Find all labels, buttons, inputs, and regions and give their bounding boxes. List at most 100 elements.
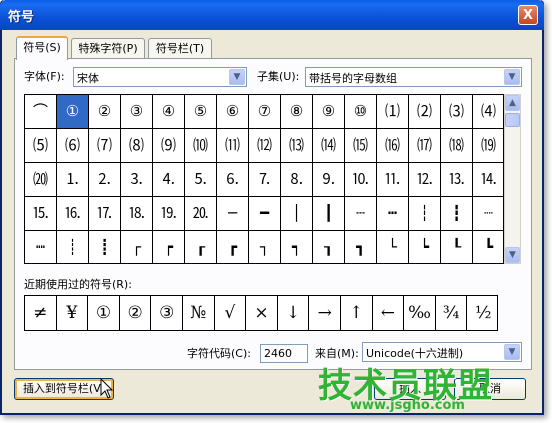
- title-bar[interactable]: 符号 X: [0, 0, 544, 30]
- symbol-cell[interactable]: └: [377, 231, 409, 263]
- symbol-cell[interactable]: ┓: [345, 231, 377, 263]
- symbol-cell[interactable]: │: [281, 197, 313, 231]
- symbol-cell[interactable]: ⒑: [345, 163, 377, 197]
- symbol-cell[interactable]: ①: [57, 95, 89, 129]
- symbol-cell[interactable]: ┆: [409, 197, 441, 231]
- symbol-cell[interactable]: ⑩: [345, 95, 377, 129]
- recent-symbol-cell[interactable]: ‰: [404, 296, 436, 330]
- symbol-cell[interactable]: ⑹: [57, 129, 89, 163]
- recent-symbol-cell[interactable]: ×: [246, 296, 278, 330]
- symbol-cell[interactable]: ⒊: [121, 163, 153, 197]
- symbol-cell[interactable]: ③: [121, 95, 153, 129]
- symbol-cell[interactable]: ─: [217, 197, 249, 231]
- symbol-cell[interactable]: ⒀: [281, 129, 313, 163]
- symbol-cell[interactable]: ┍: [153, 231, 185, 263]
- tab-special-characters[interactable]: 特殊字符(P): [71, 38, 145, 58]
- symbol-cell[interactable]: ⒔: [441, 163, 473, 197]
- symbol-cell[interactable]: ⒖: [25, 197, 57, 231]
- symbol-cell[interactable]: ⑨: [313, 95, 345, 129]
- symbol-cell[interactable]: ┗: [473, 231, 503, 263]
- font-select[interactable]: 宋体 ▼: [73, 67, 247, 87]
- symbol-cell[interactable]: ⒏: [281, 163, 313, 197]
- recent-symbol-cell[interactable]: →: [309, 296, 341, 330]
- symbol-cell[interactable]: ⒇: [25, 163, 57, 197]
- symbol-cell[interactable]: ⒋: [153, 163, 185, 197]
- symbol-cell[interactable]: ⒐: [313, 163, 345, 197]
- tab-symbols[interactable]: 符号(S): [16, 36, 68, 60]
- recent-symbol-cell[interactable]: ←: [373, 296, 405, 330]
- recent-symbol-cell[interactable]: ①: [88, 296, 120, 330]
- recent-symbol-cell[interactable]: ③: [151, 296, 183, 330]
- recent-symbol-cell[interactable]: №: [183, 296, 215, 330]
- recent-symbol-cell[interactable]: ≠: [25, 296, 57, 330]
- symbol-cell[interactable]: ⑾: [217, 129, 249, 163]
- symbol-cell[interactable]: ⑥: [217, 95, 249, 129]
- symbol-cell[interactable]: ┊: [57, 231, 89, 263]
- scroll-down-icon[interactable]: ▼: [505, 247, 520, 263]
- symbol-cell[interactable]: ┄: [345, 197, 377, 231]
- chevron-down-icon[interactable]: ▼: [504, 344, 520, 360]
- symbol-cell[interactable]: ⒓: [409, 163, 441, 197]
- recent-symbol-cell[interactable]: ¥: [57, 296, 89, 330]
- symbol-cell[interactable]: ⒎: [249, 163, 281, 197]
- symbol-cell[interactable]: ⑶: [441, 95, 473, 129]
- symbol-cell[interactable]: ⒘: [89, 197, 121, 231]
- symbol-cell[interactable]: ⑽: [185, 129, 217, 163]
- symbol-cell[interactable]: ⑧: [281, 95, 313, 129]
- symbol-cell[interactable]: ┑: [281, 231, 313, 263]
- symbol-cell[interactable]: ┈: [473, 197, 503, 231]
- symbol-cell[interactable]: ┏: [217, 231, 249, 263]
- symbol-cell[interactable]: ⒗: [57, 197, 89, 231]
- symbol-cell[interactable]: ⒈: [57, 163, 89, 197]
- symbol-cell[interactable]: ⒙: [121, 197, 153, 231]
- symbol-cell[interactable]: ⑦: [249, 95, 281, 129]
- symbol-cell[interactable]: ⑴: [377, 95, 409, 129]
- tab-symbol-bar[interactable]: 符号栏(T): [148, 38, 212, 58]
- symbol-cell[interactable]: ┐: [249, 231, 281, 263]
- symbol-cell[interactable]: ┌: [121, 231, 153, 263]
- symbol-cell[interactable]: ┉: [25, 231, 57, 263]
- symbol-cell[interactable]: ⒒: [377, 163, 409, 197]
- symbol-cell[interactable]: ┃: [313, 197, 345, 231]
- symbol-cell[interactable]: ⒅: [441, 129, 473, 163]
- close-button[interactable]: X: [518, 5, 538, 25]
- symbol-cell[interactable]: ⑻: [121, 129, 153, 163]
- symbol-cell[interactable]: ┇: [441, 197, 473, 231]
- recent-symbol-cell[interactable]: ¾: [436, 296, 468, 330]
- char-code-input[interactable]: 2460: [260, 344, 308, 363]
- symbol-cell[interactable]: ⑼: [153, 129, 185, 163]
- symbol-cell[interactable]: ⒛: [185, 197, 217, 231]
- symbol-cell[interactable]: ⒄: [409, 129, 441, 163]
- symbol-cell[interactable]: ┋: [89, 231, 121, 263]
- symbol-cell[interactable]: ┖: [441, 231, 473, 263]
- symbol-cell[interactable]: ⑵: [409, 95, 441, 129]
- symbol-cell[interactable]: ┕: [409, 231, 441, 263]
- symbol-cell[interactable]: ━: [249, 197, 281, 231]
- symbol-cell[interactable]: ②: [89, 95, 121, 129]
- symbol-cell[interactable]: ⒁: [313, 129, 345, 163]
- symbol-cell[interactable]: ⑿: [249, 129, 281, 163]
- symbol-cell[interactable]: ⒉: [89, 163, 121, 197]
- symbol-cell[interactable]: ⑸: [25, 129, 57, 163]
- chevron-down-icon[interactable]: ▼: [229, 69, 245, 85]
- symbol-cell[interactable]: ⒕: [473, 163, 503, 197]
- symbol-cell[interactable]: ⑤: [185, 95, 217, 129]
- symbol-cell[interactable]: ⒌: [185, 163, 217, 197]
- symbol-cell[interactable]: ④: [153, 95, 185, 129]
- symbol-cell[interactable]: ⑺: [89, 129, 121, 163]
- insert-to-symbol-bar-button[interactable]: 插入到符号栏(V): [14, 378, 114, 400]
- symbol-cell[interactable]: ⌒: [25, 95, 57, 129]
- symbol-cell[interactable]: ⒍: [217, 163, 249, 197]
- symbol-cell[interactable]: ┎: [185, 231, 217, 263]
- recent-symbol-cell[interactable]: √: [215, 296, 247, 330]
- subset-select[interactable]: 带括号的字母数组 ▼: [305, 67, 522, 87]
- recent-symbol-cell[interactable]: ↑: [341, 296, 373, 330]
- scroll-thumb[interactable]: [505, 113, 520, 127]
- scroll-up-icon[interactable]: ▲: [505, 95, 520, 111]
- symbol-cell[interactable]: ┒: [313, 231, 345, 263]
- chevron-down-icon[interactable]: ▼: [504, 69, 520, 85]
- symbol-cell[interactable]: ⒂: [345, 129, 377, 163]
- recent-symbol-cell[interactable]: ②: [120, 296, 152, 330]
- symbol-cell[interactable]: ┅: [377, 197, 409, 231]
- symbol-cell[interactable]: ⑷: [473, 95, 503, 129]
